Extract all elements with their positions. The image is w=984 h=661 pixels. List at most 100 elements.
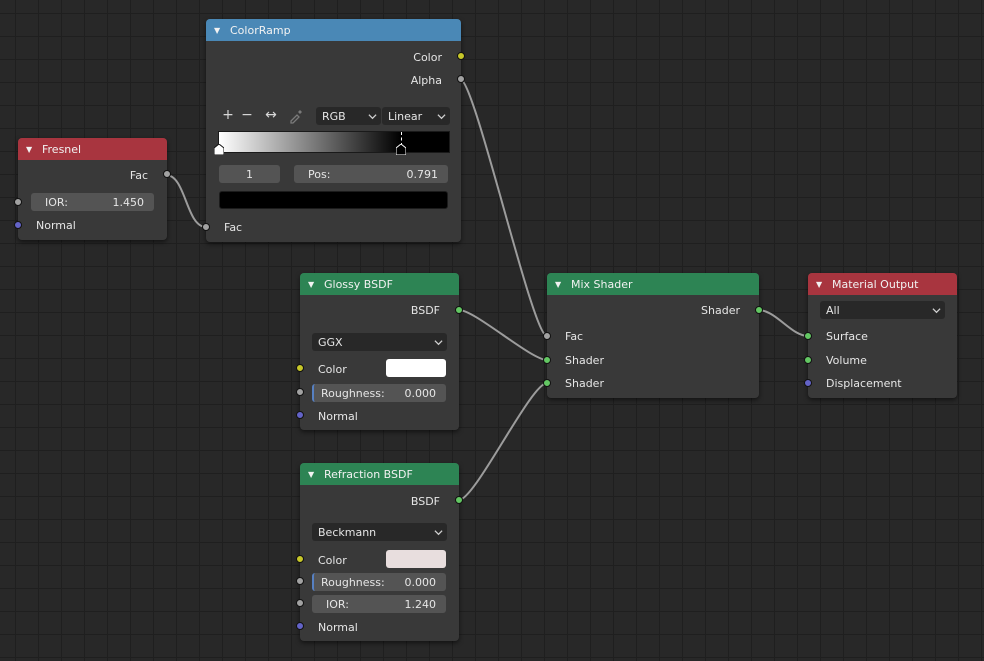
glossy-bsdf-socket[interactable] bbox=[455, 306, 463, 314]
eyedropper-icon[interactable] bbox=[288, 108, 304, 124]
refraction-distribution-dropdown[interactable]: Beckmann bbox=[312, 523, 447, 541]
interpolation-dropdown[interactable]: Linear bbox=[382, 107, 450, 125]
refraction-normal-input: Normal bbox=[300, 617, 459, 637]
flip-arrows-icon[interactable]: ↔ bbox=[262, 108, 280, 122]
active-stop-color-swatch[interactable] bbox=[219, 191, 448, 209]
refraction-ior-socket[interactable] bbox=[296, 599, 304, 607]
node-title: Glossy BSDF bbox=[324, 277, 393, 291]
refraction-roughness-field[interactable]: Roughness: 0.000 bbox=[312, 573, 446, 591]
refraction-roughness-socket[interactable] bbox=[296, 577, 304, 585]
colorramp-color-socket[interactable] bbox=[457, 52, 465, 60]
interpolation-value: Linear bbox=[388, 109, 423, 123]
field-label: Roughness: bbox=[321, 575, 385, 589]
mix-shader1-socket[interactable] bbox=[543, 356, 551, 364]
material-output-header[interactable]: ▼ Material Output bbox=[808, 273, 957, 295]
socket-label: Color bbox=[413, 50, 442, 64]
mix-shader1-input: Shader bbox=[547, 350, 759, 370]
plus-icon[interactable]: + bbox=[222, 108, 234, 122]
glossy-normal-socket[interactable] bbox=[296, 411, 304, 419]
mix-fac-socket[interactable] bbox=[543, 332, 551, 340]
field-label: Roughness: bbox=[321, 386, 385, 400]
mix-shader-output-socket[interactable] bbox=[755, 306, 763, 314]
glossy-header[interactable]: ▼ Glossy BSDF bbox=[300, 273, 459, 295]
output-volume-socket[interactable] bbox=[804, 356, 812, 364]
socket-label: Fac bbox=[565, 329, 584, 343]
output-surface-socket[interactable] bbox=[804, 332, 812, 340]
fresnel-node[interactable]: ▼ Fresnel Fac IOR: 1.450 Normal bbox=[14, 138, 171, 240]
chevron-down-icon bbox=[368, 113, 377, 119]
socket-label: BSDF bbox=[410, 303, 440, 317]
colorramp-header[interactable]: ▼ ColorRamp bbox=[206, 19, 461, 41]
glossy-color-swatch[interactable] bbox=[386, 359, 446, 377]
colorramp-fac-input: Fac bbox=[206, 217, 461, 237]
socket-label: Normal bbox=[36, 218, 76, 232]
socket-label: Fac bbox=[129, 168, 148, 182]
color-stop-0[interactable] bbox=[214, 144, 224, 155]
material-output-node[interactable]: ▼ Material Output All Surface Volume Dis… bbox=[804, 273, 957, 398]
mix-shader2-socket[interactable] bbox=[543, 379, 551, 387]
glossy-roughness-field[interactable]: Roughness: 0.000 bbox=[312, 384, 446, 402]
refraction-bsdf-node[interactable]: ▼ Refraction BSDF BSDF Beckmann Color Ro… bbox=[296, 463, 463, 641]
mix-shader2-input: Shader bbox=[547, 373, 759, 393]
colorramp-alpha-output: Alpha bbox=[206, 70, 461, 90]
collapse-arrow-icon[interactable]: ▼ bbox=[214, 26, 224, 35]
refraction-bsdf-socket[interactable] bbox=[455, 496, 463, 504]
node-title: Fresnel bbox=[42, 142, 82, 156]
colorramp-alpha-socket[interactable] bbox=[457, 75, 465, 83]
glossy-roughness-socket[interactable] bbox=[296, 388, 304, 396]
collapse-arrow-icon[interactable]: ▼ bbox=[308, 280, 318, 289]
colorramp-node[interactable]: ▼ ColorRamp Color Alpha + − ↔ RGB Linear… bbox=[202, 19, 465, 242]
glossy-bsdf-node[interactable]: ▼ Glossy BSDF BSDF GGX Color Roughness: … bbox=[296, 273, 463, 430]
field-label: Pos: bbox=[308, 167, 331, 181]
socket-label: Normal bbox=[318, 409, 358, 423]
collapse-arrow-icon[interactable]: ▼ bbox=[308, 470, 318, 479]
mix-fac-input: Fac bbox=[547, 326, 759, 346]
node-title: Refraction BSDF bbox=[324, 467, 413, 481]
fresnel-normal-socket[interactable] bbox=[14, 221, 22, 229]
socket-label: Shader bbox=[701, 303, 740, 317]
collapse-arrow-icon[interactable]: ▼ bbox=[555, 280, 565, 289]
field-value: 0.791 bbox=[406, 167, 439, 181]
collapse-arrow-icon[interactable]: ▼ bbox=[26, 145, 36, 154]
color-mode-dropdown[interactable]: RGB bbox=[316, 107, 381, 125]
fresnel-fac-socket[interactable] bbox=[163, 170, 171, 178]
fresnel-fac-output: Fac bbox=[18, 165, 167, 185]
glossy-color-socket[interactable] bbox=[296, 364, 304, 372]
refraction-normal-socket[interactable] bbox=[296, 622, 304, 630]
active-stop-index-field[interactable]: 1 bbox=[219, 165, 280, 183]
link-fresnel-fac-to-colorramp-fac bbox=[165, 174, 207, 228]
output-displacement-socket[interactable] bbox=[804, 379, 812, 387]
refraction-header[interactable]: ▼ Refraction BSDF bbox=[300, 463, 459, 485]
glossy-normal-input: Normal bbox=[300, 406, 459, 426]
output-surface-input: Surface bbox=[808, 326, 957, 346]
mix-shader-node[interactable]: ▼ Mix Shader Shader Fac Shader Shader bbox=[543, 273, 763, 398]
collapse-arrow-icon[interactable]: ▼ bbox=[816, 280, 826, 289]
minus-icon[interactable]: − bbox=[241, 108, 253, 122]
colorramp-color-output: Color bbox=[206, 47, 461, 67]
color-ramp-gradient[interactable] bbox=[214, 131, 450, 155]
stop-position-field[interactable]: Pos: 0.791 bbox=[294, 165, 448, 183]
fresnel-normal-input: Normal bbox=[18, 215, 167, 235]
link-refraction-bsdf-to-mix-shader2 bbox=[458, 382, 548, 501]
socket-label: Color bbox=[318, 553, 347, 567]
color-stop-1[interactable] bbox=[395, 144, 406, 155]
socket-label: Shader bbox=[565, 353, 604, 367]
refraction-ior-field[interactable]: IOR: 1.240 bbox=[312, 595, 446, 613]
mix-shader-header[interactable]: ▼ Mix Shader bbox=[547, 273, 759, 295]
node-title: Mix Shader bbox=[571, 277, 633, 291]
glossy-distribution-dropdown[interactable]: GGX bbox=[312, 333, 447, 351]
output-target-dropdown[interactable]: All bbox=[820, 301, 945, 319]
mix-shader-output: Shader bbox=[547, 300, 759, 320]
target-value: All bbox=[826, 303, 840, 317]
field-value: 1.450 bbox=[112, 195, 145, 209]
fresnel-ior-socket[interactable] bbox=[14, 198, 22, 206]
output-displacement-input: Displacement bbox=[808, 373, 957, 393]
refraction-color-socket[interactable] bbox=[296, 555, 304, 563]
chevron-down-icon bbox=[434, 529, 443, 535]
link-glossy-bsdf-to-mix-shader1 bbox=[458, 309, 548, 361]
fresnel-ior-field[interactable]: IOR: 1.450 bbox=[31, 193, 154, 211]
fresnel-header[interactable]: ▼ Fresnel bbox=[18, 138, 167, 160]
colorramp-fac-socket[interactable] bbox=[202, 223, 210, 231]
socket-label: Alpha bbox=[410, 73, 442, 87]
refraction-color-swatch[interactable] bbox=[386, 550, 446, 568]
